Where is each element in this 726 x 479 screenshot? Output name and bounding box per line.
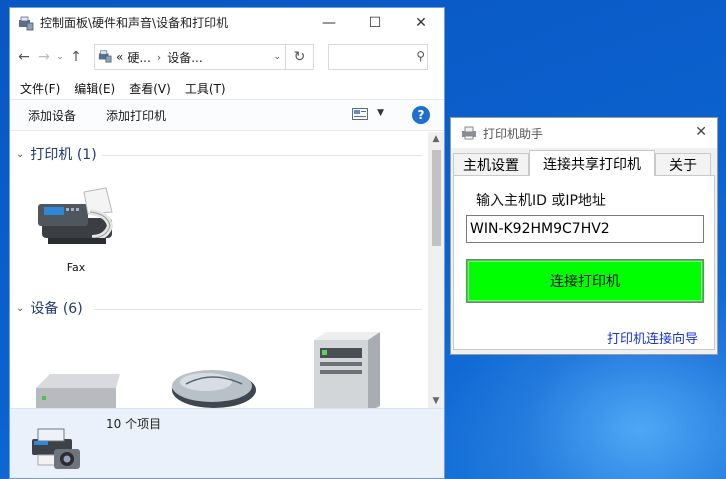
address-bar[interactable]: « 硬... › 设备... ⌄ xyxy=(94,44,286,70)
menu-bar: 文件(F) 编辑(E) 查看(V) 工具(T) xyxy=(10,77,444,99)
computer-tower-icon xyxy=(314,332,380,408)
minimize-button[interactable]: — xyxy=(306,8,352,37)
collapse-chevron-icon: ⌄ xyxy=(16,302,25,314)
details-pane: 10 个项目 xyxy=(10,408,444,478)
host-field-label: 输入主机ID 或IP地址 xyxy=(476,193,606,209)
breadcrumb-hardware[interactable]: 硬... xyxy=(127,49,150,66)
view-dropdown-icon[interactable]: ▼ xyxy=(377,108,384,118)
helper-title: 打印机助手 xyxy=(483,126,544,141)
command-bar: 添加设备 添加打印机 ▼ ? xyxy=(10,99,444,131)
device-label: Fax xyxy=(66,261,86,274)
device-item-computer[interactable] xyxy=(306,328,386,408)
group-divider xyxy=(94,309,422,310)
menu-view[interactable]: 查看(V) xyxy=(129,80,171,97)
recent-locations-button[interactable]: ⌄ xyxy=(54,52,66,62)
items-view: ⌄ 打印机 (1) Fax ⌄ 设备 (6) xyxy=(10,132,430,408)
printer-helper-window: 打印机助手 ✕ 主机设置 连接共享打印机 关于 输入主机ID 或IP地址 连接打… xyxy=(450,117,718,355)
location-icon xyxy=(98,49,112,66)
group-header-printers[interactable]: ⌄ 打印机 (1) xyxy=(16,144,97,164)
scroll-down-icon[interactable]: ▼ xyxy=(428,396,444,406)
search-input[interactable]: ⚲ xyxy=(328,44,428,70)
drive-icon xyxy=(36,374,120,408)
menu-edit[interactable]: 编辑(E) xyxy=(74,80,115,97)
group-header-devices[interactable]: ⌄ 设备 (6) xyxy=(16,298,83,318)
up-button[interactable]: ↑ xyxy=(66,49,86,65)
printers-group-icon xyxy=(32,428,80,469)
mouse-icon xyxy=(172,370,256,408)
scroll-up-icon[interactable]: ▲ xyxy=(428,134,444,144)
item-count: 10 个项目 xyxy=(106,417,162,431)
add-device-button[interactable]: 添加设备 xyxy=(28,107,76,124)
maximize-button[interactable]: ☐ xyxy=(352,8,398,37)
breadcrumb-separator-icon: › xyxy=(156,50,162,64)
host-id-input[interactable] xyxy=(466,215,704,243)
helper-titlebar[interactable]: 打印机助手 ✕ xyxy=(451,118,717,148)
navigation-bar: ← → ⌄ ↑ « 硬... › 设备... ⌄ ↻ ⚲ xyxy=(10,37,444,77)
menu-tools[interactable]: 工具(T) xyxy=(185,80,226,97)
vertical-scrollbar[interactable]: ▲ ▼ xyxy=(428,132,444,408)
add-printer-button[interactable]: 添加打印机 xyxy=(106,107,166,124)
menu-file[interactable]: 文件(F) xyxy=(20,80,60,97)
device-item-fax[interactable]: Fax xyxy=(28,182,124,274)
group-label: 设备 (6) xyxy=(30,301,83,317)
address-dropdown-icon[interactable]: ⌄ xyxy=(273,52,281,62)
explorer-titlebar[interactable]: 控制面板\硬件和声音\设备和打印机 — ☐ ✕ xyxy=(10,8,444,37)
group-divider xyxy=(102,155,422,156)
view-options-icon[interactable] xyxy=(352,108,368,120)
fax-icon xyxy=(38,187,114,244)
close-button[interactable]: ✕ xyxy=(398,8,444,37)
device-item-mouse[interactable] xyxy=(166,360,262,408)
search-icon: ⚲ xyxy=(416,49,425,63)
connection-wizard-link[interactable]: 打印机连接向导 xyxy=(607,328,698,347)
connect-printer-button[interactable]: 连接打印机 xyxy=(466,259,704,303)
explorer-window: 控制面板\硬件和声音\设备和打印机 — ☐ ✕ ← → ⌄ ↑ « 硬... ›… xyxy=(9,7,445,479)
help-icon[interactable]: ? xyxy=(412,106,430,124)
printer-helper-app-icon xyxy=(461,126,477,140)
close-icon[interactable]: ✕ xyxy=(695,124,707,140)
devices-printers-icon xyxy=(18,15,34,31)
tab-about[interactable]: 关于 xyxy=(655,153,711,175)
forward-button[interactable]: → xyxy=(34,49,54,65)
group-label: 打印机 (1) xyxy=(30,147,97,163)
breadcrumb-devices[interactable]: 设备... xyxy=(167,49,202,66)
collapse-chevron-icon: ⌄ xyxy=(16,148,25,160)
scrollbar-thumb[interactable] xyxy=(432,150,441,246)
connect-panel: 输入主机ID 或IP地址 连接打印机 打印机连接向导 xyxy=(453,175,715,350)
tab-connect-shared-printer[interactable]: 连接共享打印机 xyxy=(529,150,655,176)
helper-tabs: 主机设置 连接共享打印机 关于 xyxy=(451,148,717,176)
device-item-drive[interactable] xyxy=(30,366,126,408)
refresh-button[interactable]: ↻ xyxy=(286,44,314,70)
window-title: 控制面板\硬件和声音\设备和打印机 xyxy=(40,16,229,30)
address-overflow[interactable]: « xyxy=(116,50,123,64)
tab-host-settings[interactable]: 主机设置 xyxy=(453,153,529,175)
back-button[interactable]: ← xyxy=(14,49,34,65)
